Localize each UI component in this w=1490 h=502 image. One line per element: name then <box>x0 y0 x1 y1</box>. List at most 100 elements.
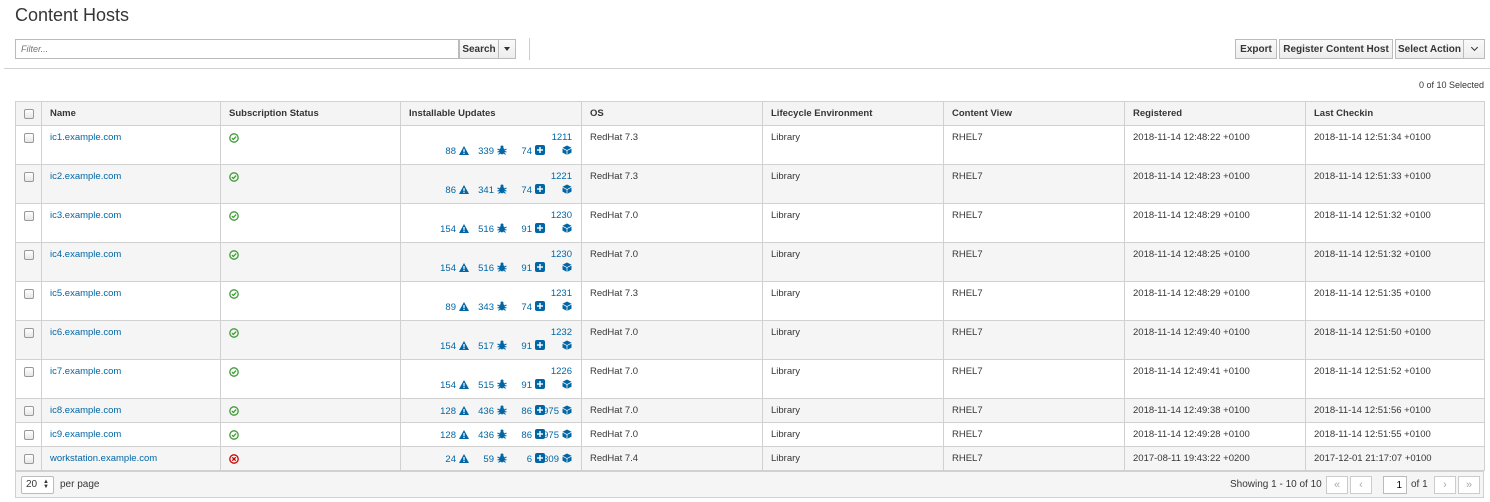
security-errata-link[interactable]: 128 <box>435 429 469 442</box>
row-checkbox[interactable] <box>23 430 34 440</box>
column-header-name[interactable]: Name <box>41 101 221 126</box>
column-header-last-checkin[interactable]: Last Checkin <box>1305 101 1485 126</box>
bugfix-errata-count: 341 <box>478 185 494 196</box>
security-errata-link[interactable]: 89 <box>435 301 469 314</box>
row-checkbox[interactable] <box>23 289 34 299</box>
content-view-cell: RHEL7 <box>943 446 1125 471</box>
installable-updates: 1231 89 343 74 <box>401 288 581 320</box>
bugfix-errata-link[interactable]: 59 <box>469 453 507 466</box>
bugfix-errata-link[interactable]: 517 <box>469 340 507 353</box>
security-errata-link[interactable]: 154 <box>435 379 469 392</box>
package-updates-link[interactable]: 1221 <box>401 171 581 182</box>
per-page-value: 20 <box>26 479 38 490</box>
table-row: ic3.example.com 1230 154 516 91 RedHat 7.0… <box>15 203 1485 243</box>
bugfix-errata-link[interactable]: 339 <box>469 145 507 158</box>
installable-updates: 24 59 6 309 <box>401 453 581 470</box>
bugfix-errata-link[interactable]: 516 <box>469 262 507 275</box>
security-errata-link[interactable]: 154 <box>435 262 469 275</box>
last-page-button[interactable]: » <box>1458 476 1480 494</box>
enhancement-errata-link[interactable]: 74 <box>507 145 545 158</box>
package-updates-link[interactable]: 1230 <box>401 249 581 260</box>
bugfix-errata-link[interactable]: 436 <box>469 429 507 442</box>
security-errata-link[interactable]: 128 <box>435 405 469 418</box>
error-circle-icon <box>229 454 239 464</box>
host-name-link[interactable]: ic2.example.com <box>50 171 121 182</box>
package-updates-link[interactable]: 975 <box>543 405 581 418</box>
host-name-link[interactable]: ic6.example.com <box>50 327 121 338</box>
content-view-cell: RHEL7 <box>943 359 1125 399</box>
search-options-dropdown[interactable] <box>498 39 516 59</box>
bug-icon <box>497 301 507 314</box>
row-checkbox[interactable] <box>23 172 34 182</box>
row-checkbox[interactable] <box>23 250 34 260</box>
bugfix-errata-link[interactable]: 343 <box>469 301 507 314</box>
row-checkbox[interactable] <box>23 367 34 377</box>
package-cube-icon <box>562 340 572 353</box>
row-checkbox[interactable] <box>23 328 34 338</box>
host-name-link[interactable]: ic8.example.com <box>50 405 121 416</box>
enhancement-errata-link[interactable]: 6 <box>507 453 545 466</box>
column-header-content-view[interactable]: Content View <box>943 101 1125 126</box>
bugfix-errata-link[interactable]: 516 <box>469 223 507 236</box>
host-name-link[interactable]: ic3.example.com <box>50 210 121 221</box>
package-updates-link[interactable]: 1211 <box>401 132 581 143</box>
host-name-link[interactable]: ic1.example.com <box>50 132 121 143</box>
host-name-link[interactable]: workstation.example.com <box>50 453 157 464</box>
security-errata-link[interactable]: 86 <box>435 184 469 197</box>
host-name-link[interactable]: ic5.example.com <box>50 288 121 299</box>
package-updates-link[interactable]: 309 <box>543 453 581 466</box>
column-header-registered[interactable]: Registered <box>1124 101 1306 126</box>
export-button[interactable]: Export <box>1235 39 1277 59</box>
host-name-link[interactable]: ic7.example.com <box>50 366 121 377</box>
bugfix-errata-link[interactable]: 341 <box>469 184 507 197</box>
column-header-os[interactable]: OS <box>581 101 763 126</box>
next-page-button[interactable]: › <box>1434 476 1456 494</box>
enhancement-errata-link[interactable]: 91 <box>507 262 545 275</box>
search-button[interactable]: Search <box>459 39 499 59</box>
host-name-link[interactable]: ic4.example.com <box>50 249 121 260</box>
select-action-button[interactable]: Select Action <box>1395 39 1464 59</box>
lifecycle-environment-cell: Library <box>762 242 944 282</box>
row-checkbox[interactable] <box>23 211 34 221</box>
package-updates-link[interactable]: 975 <box>543 429 581 442</box>
column-header-lifecycle-environment[interactable]: Lifecycle Environment <box>762 101 944 126</box>
register-content-host-button[interactable]: Register Content Host <box>1279 39 1393 59</box>
select-action-dropdown[interactable] <box>1463 39 1485 59</box>
bugfix-errata-link[interactable]: 515 <box>469 379 507 392</box>
column-header-installable-updates[interactable]: Installable Updates <box>400 101 582 126</box>
package-updates-link[interactable]: 1231 <box>401 288 581 299</box>
security-errata-link[interactable]: 154 <box>435 223 469 236</box>
package-updates-link[interactable]: 1226 <box>401 366 581 377</box>
enhancement-errata-link[interactable]: 86 <box>507 429 545 442</box>
column-header-subscription-status[interactable]: Subscription Status <box>220 101 401 126</box>
check-circle-icon <box>229 250 239 260</box>
select-all-checkbox[interactable] <box>23 109 34 119</box>
plus-square-icon <box>535 301 545 314</box>
security-errata-count: 88 <box>445 146 456 157</box>
enhancement-errata-link[interactable]: 91 <box>507 223 545 236</box>
enhancement-errata-link[interactable]: 91 <box>507 379 545 392</box>
row-checkbox[interactable] <box>23 406 34 416</box>
previous-page-button[interactable]: ‹ <box>1350 476 1372 494</box>
enhancement-errata-link[interactable]: 86 <box>507 405 545 418</box>
host-name-link[interactable]: ic9.example.com <box>50 429 121 440</box>
security-errata-link[interactable]: 88 <box>435 145 469 158</box>
security-errata-link[interactable]: 24 <box>435 453 469 466</box>
enhancement-errata-link[interactable]: 74 <box>507 184 545 197</box>
page-number-input[interactable] <box>1383 476 1407 494</box>
bugfix-errata-link[interactable]: 436 <box>469 405 507 418</box>
enhancement-errata-link[interactable]: 74 <box>507 301 545 314</box>
package-updates-link[interactable]: 1230 <box>401 210 581 221</box>
chevron-down-icon <box>1470 43 1478 52</box>
security-errata-link[interactable]: 154 <box>435 340 469 353</box>
per-page-select[interactable]: 20 ▲ ▼ <box>21 476 54 494</box>
row-checkbox[interactable] <box>23 133 34 143</box>
enhancement-errata-link[interactable]: 91 <box>507 340 545 353</box>
package-updates-link[interactable]: 1232 <box>401 327 581 338</box>
table-row: ic1.example.com 1211 88 339 74 RedHat 7.3 … <box>15 125 1485 165</box>
bug-icon <box>497 405 507 418</box>
content-view-cell: RHEL7 <box>943 422 1125 447</box>
first-page-button[interactable]: « <box>1326 476 1348 494</box>
row-checkbox[interactable] <box>23 454 34 464</box>
search-input[interactable] <box>15 39 459 59</box>
